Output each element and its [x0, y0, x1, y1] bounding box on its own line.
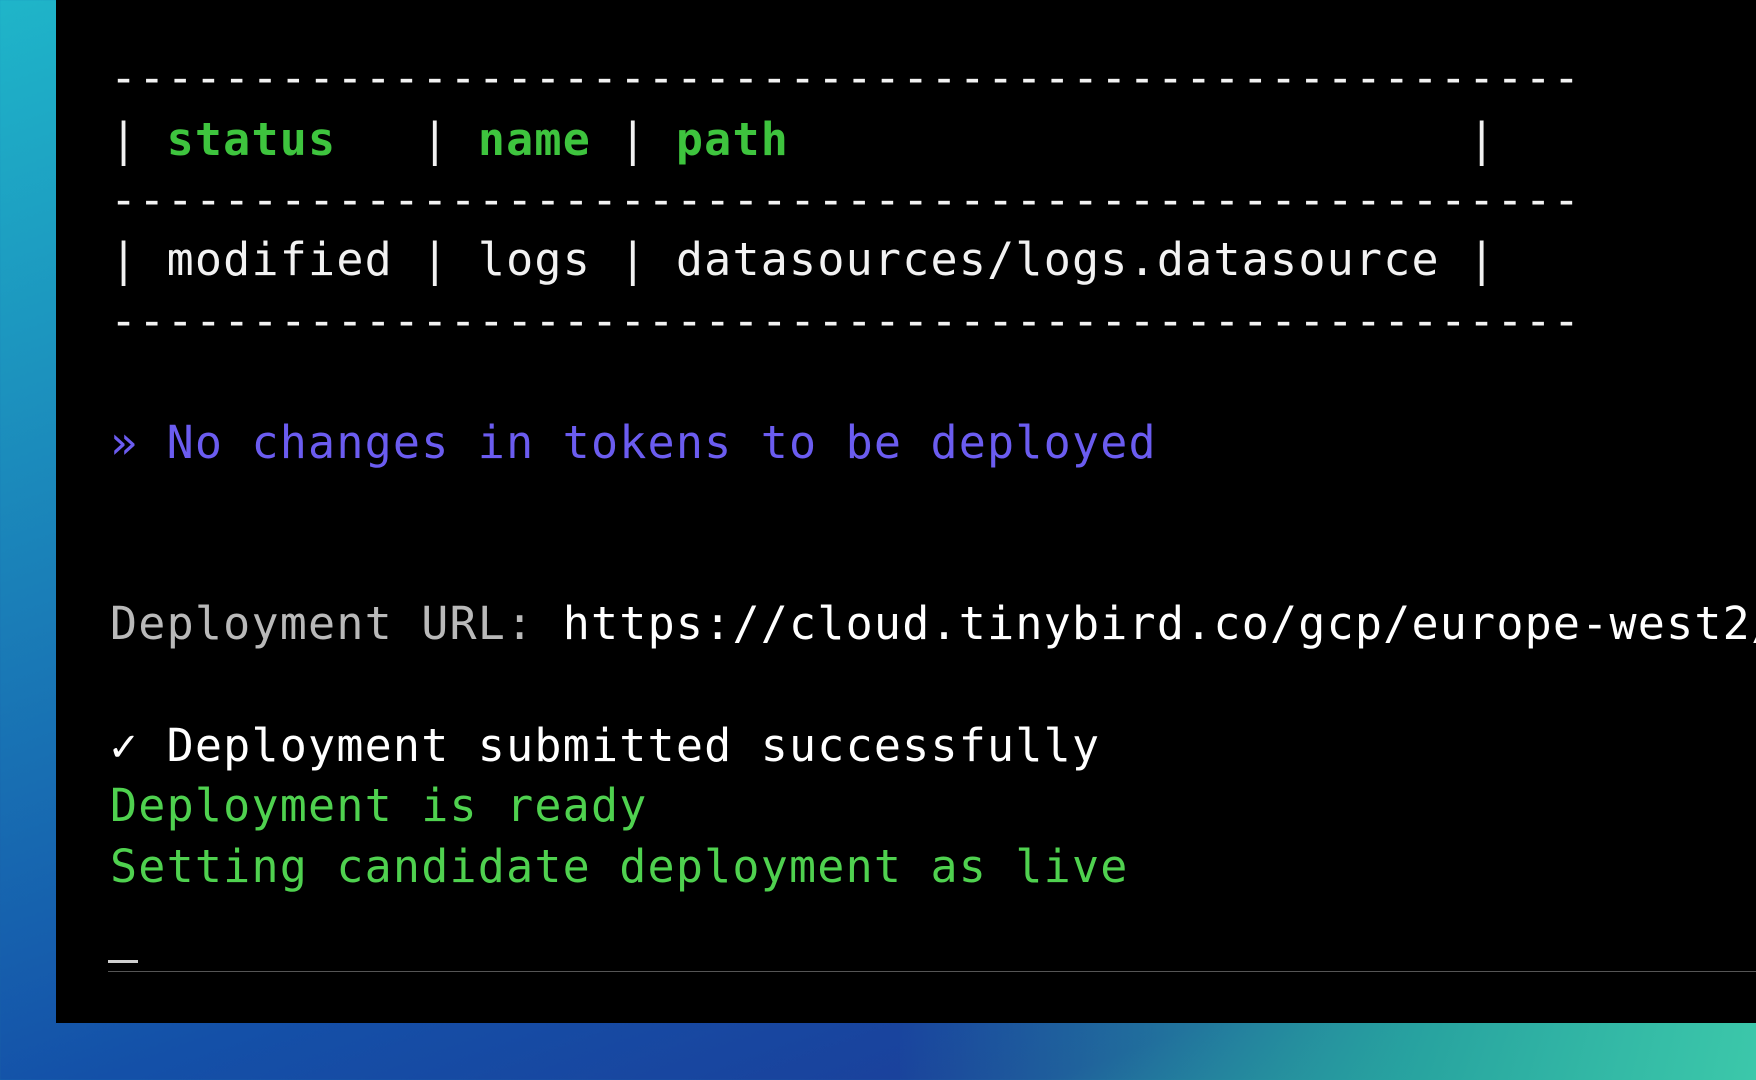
table-header-name: name [477, 113, 591, 166]
terminal-cursor [108, 960, 138, 963]
deployment-ready-message: Deployment is ready [110, 779, 648, 832]
table-row: | modified | logs | datasources/logs.dat… [110, 233, 1497, 286]
table-header-status: status [166, 113, 337, 166]
table-header-separator: ----------------------------------------… [110, 173, 1582, 226]
terminal-window[interactable]: ----------------------------------------… [56, 0, 1756, 1023]
deployment-url-line: Deployment URL: https://cloud.tinybird.c… [110, 594, 1756, 654]
deployment-url-label: Deployment URL: [110, 597, 535, 650]
table-bottom-separator: ----------------------------------------… [110, 294, 1582, 347]
table-header-row: | status | name | path | [110, 113, 1497, 166]
table-cell-status: modified [166, 233, 393, 286]
deployment-submitted-message: ✓ Deployment submitted successfully [110, 719, 1101, 772]
table-cell-name: logs [477, 233, 591, 286]
terminal-bottom-divider [108, 971, 1756, 972]
table-header-path: path [675, 113, 790, 166]
deployment-live-message: Setting candidate deployment as live [110, 840, 1129, 893]
table-top-separator: ----------------------------------------… [110, 51, 1582, 104]
table-cell-path: datasources/logs.datasource [675, 233, 1440, 286]
deployment-url-link[interactable]: https://cloud.tinybird.co/gcp/europe-wes… [563, 597, 1756, 650]
tokens-info-message: » No changes in tokens to be deployed [110, 416, 1157, 469]
